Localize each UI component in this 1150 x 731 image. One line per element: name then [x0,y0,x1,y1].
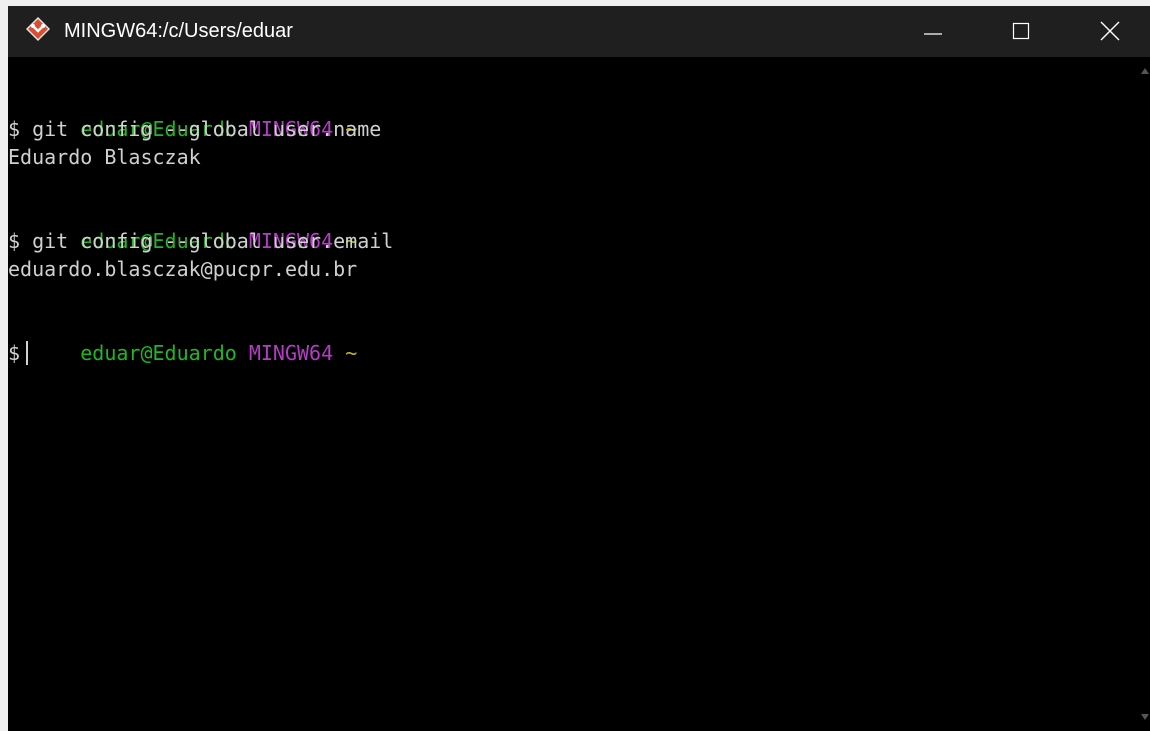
prompt-line: eduar@Eduardo MINGW64 ~ [8,199,357,253]
close-icon [1100,21,1120,41]
title-bar[interactable]: MINGW64:/c/Users/eduar [0,0,1150,57]
command-output: eduardo.blasczak@pucpr.edu.br [8,257,358,281]
command-line: $ git config --global user.email [8,229,394,253]
prompt-path: ~ [345,341,358,365]
minimize-icon [924,33,942,35]
command-line: $ git config --global user.name [8,117,382,141]
close-button[interactable] [1086,6,1132,57]
prompt-symbol: $ [8,341,21,365]
prompt-user: eduar@Eduardo [80,341,237,365]
git-diamond-icon [25,16,51,42]
command-output: Eduardo Blasczak [8,145,201,169]
maximize-button[interactable] [998,6,1044,57]
active-command-line[interactable]: $ [8,339,29,367]
scroll-up-arrow-icon[interactable] [1141,67,1149,75]
terminal-window: MINGW64:/c/Users/eduar eduar@Eduardo MIN… [0,0,1150,731]
prompt-shell: MINGW64 [248,341,334,365]
scroll-down-arrow-icon[interactable] [1141,713,1149,721]
terminal-area[interactable]: eduar@Eduardo MINGW64 ~ $ git config --g… [0,57,1139,731]
prompt-line: eduar@Eduardo MINGW64 ~ [8,311,357,365]
prompt-line: eduar@Eduardo MINGW64 ~ [8,87,357,141]
text-cursor [26,341,29,365]
minimize-button[interactable] [910,6,956,57]
maximize-icon [1012,22,1030,40]
vertical-scrollbar[interactable] [1139,57,1150,731]
window-title: MINGW64:/c/Users/eduar [64,20,293,42]
